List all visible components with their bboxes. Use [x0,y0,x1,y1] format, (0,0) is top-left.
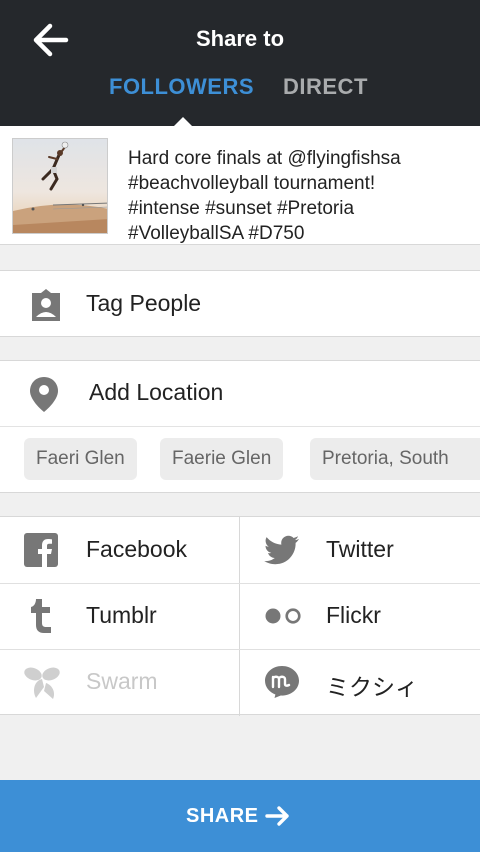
share-facebook[interactable]: Facebook [0,517,240,583]
tag-people-label: Tag People [86,290,202,316]
share-swarm[interactable]: Swarm [0,649,240,715]
header-bar: Share to FOLLOWERS DIRECT [0,0,480,126]
tab-direct[interactable]: DIRECT [283,74,368,100]
location-chip[interactable]: Faeri Glen [24,438,137,480]
share-twitter-label: Twitter [326,536,394,562]
share-flickr-label: Flickr [326,602,381,628]
location-pin-icon [28,375,60,418]
share-tabs: FOLLOWERS DIRECT [0,74,480,104]
arrow-right-icon [265,804,291,833]
flickr-icon [264,607,302,630]
share-tumblr[interactable]: Tumblr [0,583,240,649]
add-location-label: Add Location [89,379,224,405]
share-facebook-label: Facebook [86,536,188,562]
share-button[interactable]: SHARE [0,780,480,852]
mixi-icon [264,665,300,704]
tumblr-icon [30,599,54,638]
tag-people-row[interactable]: Tag People [0,270,480,337]
location-chip[interactable]: Faerie Glen [160,438,284,480]
twitter-icon [264,535,300,570]
share-button-label: SHARE [186,805,259,827]
post-caption: Hard core finals at @flyingfishsa #beach… [128,148,401,244]
tab-followers[interactable]: FOLLOWERS [109,74,254,100]
share-mixi-label: ミクシィ [326,674,418,700]
add-location-row[interactable]: Add Location [0,360,480,426]
post-preview: Hard core finals at @flyingfishsa #beach… [0,126,480,245]
share-targets-grid: Facebook Twitter Tumblr Flickr Swarm ミクシ… [0,516,480,716]
share-mixi[interactable]: ミクシィ [240,649,480,715]
location-chip[interactable]: Pretoria, South [310,438,480,480]
page-title: Share to [195,26,285,51]
share-twitter[interactable]: Twitter [240,517,480,583]
post-thumbnail-image [13,139,107,233]
active-tab-indicator [174,117,192,126]
swarm-icon [22,665,62,706]
tag-person-icon [28,287,64,328]
post-thumbnail [12,138,108,234]
share-swarm-label: Swarm [86,668,158,694]
share-tumblr-label: Tumblr [86,602,157,628]
location-suggestions: Faeri Glen Faerie Glen Pretoria, South [0,426,480,493]
share-flickr[interactable]: Flickr [240,583,480,649]
facebook-icon [24,533,58,572]
